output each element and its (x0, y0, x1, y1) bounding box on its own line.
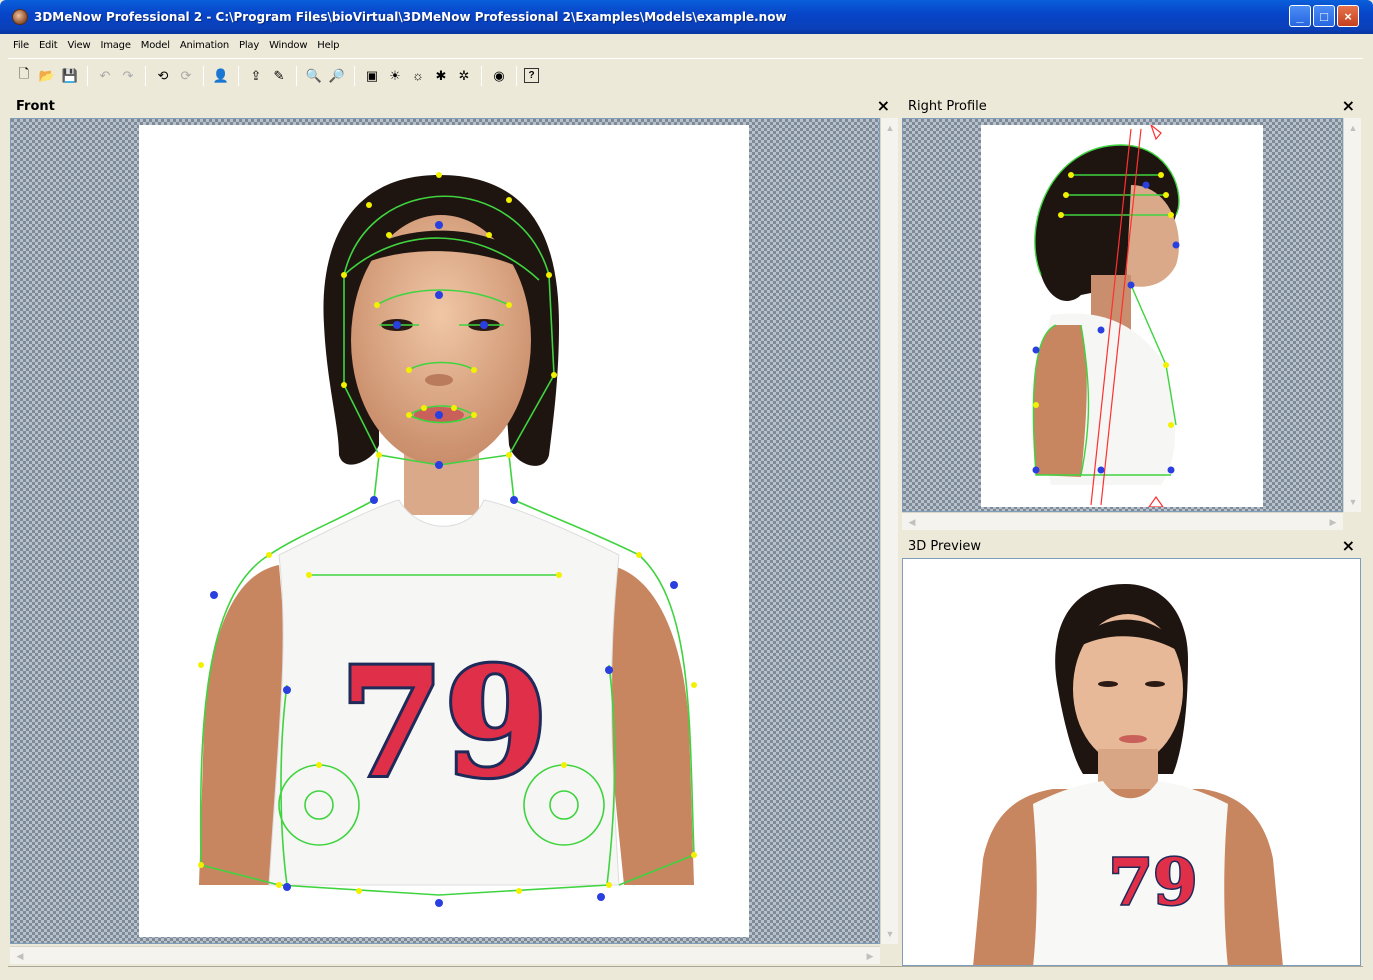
app-icon[interactable] (12, 9, 28, 25)
window-title: 3DMeNow Professional 2 - C:\Program File… (34, 10, 787, 24)
profile-figure (1032, 125, 1180, 507)
right-profile-header: Right Profile × (900, 94, 1363, 118)
front-horizontal-scrollbar[interactable]: ◀ ▶ (10, 946, 880, 964)
menu-play[interactable]: Play (234, 40, 264, 51)
scroll-down-icon[interactable]: ▼ (882, 926, 898, 942)
zoom-out-icon[interactable]: 🔎 (327, 66, 347, 86)
front-figure: 79 (198, 172, 697, 907)
save-icon[interactable]: 💾 (60, 66, 80, 86)
toolbar-separator (354, 65, 355, 86)
preview-model: 79 (973, 584, 1283, 965)
light-4-icon[interactable]: ✲ (454, 66, 474, 86)
preview-panel: 3D Preview × 79 (900, 534, 1363, 966)
menu-help[interactable]: Help (312, 40, 344, 51)
menu-file[interactable]: File (8, 40, 34, 51)
menu-model[interactable]: Model (136, 40, 175, 51)
front-panel: Front × 79 ▲ ▼ ◀ ▶ (8, 94, 898, 966)
preview-right-eye (1145, 681, 1165, 687)
preview-jersey-number: 79 (1108, 845, 1197, 920)
scroll-down-icon[interactable]: ▼ (1345, 494, 1361, 510)
front-panel-title: Front (16, 98, 55, 114)
right-profile-close-button[interactable]: × (1342, 96, 1355, 115)
menu-window[interactable]: Window (264, 40, 312, 51)
maximize-button[interactable]: □ (1313, 5, 1335, 27)
new-file-icon[interactable]: 🗋 (14, 66, 34, 86)
front-panel-header: Front × (8, 94, 898, 118)
toolbar-separator (87, 65, 88, 86)
menu-animation[interactable]: Animation (175, 40, 234, 51)
menu-bar: File Edit View Image Model Animation Pla… (8, 34, 1363, 56)
scroll-left-icon[interactable]: ◀ (12, 948, 28, 964)
scroll-up-icon[interactable]: ▲ (1345, 120, 1361, 136)
open-folder-icon[interactable]: 📂 (37, 66, 57, 86)
front-panel-close-button[interactable]: × (877, 96, 890, 115)
menu-image[interactable]: Image (95, 40, 135, 51)
front-photo: 79 (139, 125, 749, 937)
scroll-up-icon[interactable]: ▲ (882, 120, 898, 136)
image-icon[interactable]: ▣ (362, 66, 382, 86)
menu-edit[interactable]: Edit (34, 40, 63, 51)
toolbar-separator (296, 65, 297, 86)
front-jersey-number: 79 (340, 635, 549, 811)
preview-viewport[interactable]: 79 (902, 558, 1361, 966)
minimize-button[interactable]: _ (1289, 5, 1311, 27)
preview-header: 3D Preview × (900, 534, 1363, 558)
preview-close-button[interactable]: × (1342, 536, 1355, 555)
help-icon[interactable]: ? (524, 68, 539, 83)
toolbar-separator (145, 65, 146, 86)
toolbar: 🗋 📂 💾 ↶ ↷ ⟲ ⟳ 👤 ⇪ ✎ 🔍 🔎 ▣ ☀ ☼ ✱ ✲ ◉ ? (8, 58, 1363, 92)
title-bar[interactable]: 3DMeNow Professional 2 - C:\Program File… (0, 0, 1373, 34)
nose (425, 374, 453, 386)
right-profile-title: Right Profile (908, 98, 987, 114)
profile-horizontal-scrollbar[interactable]: ◀ ▶ (902, 512, 1343, 530)
profile-arm (1033, 325, 1087, 477)
status-bar (8, 966, 1363, 980)
profile-vertical-scrollbar[interactable]: ▲ ▼ (1343, 118, 1361, 512)
toolbar-separator (481, 65, 482, 86)
light-1-icon[interactable]: ☀ (385, 66, 405, 86)
pen-tool-icon[interactable]: ✎ (269, 66, 289, 86)
undo-icon[interactable]: ↶ (95, 66, 115, 86)
profile-photo (981, 125, 1263, 507)
import-photo-icon[interactable]: 👤 (211, 66, 231, 86)
export-icon[interactable]: ⇪ (246, 66, 266, 86)
right-profile-viewport[interactable] (902, 118, 1343, 512)
menu-view[interactable]: View (63, 40, 96, 51)
close-button[interactable]: × (1337, 5, 1359, 27)
toolbar-separator (516, 65, 517, 86)
light-3-icon[interactable]: ✱ (431, 66, 451, 86)
front-vertical-scrollbar[interactable]: ▲ ▼ (880, 118, 898, 944)
preview-mouth (1119, 735, 1147, 743)
preview-left-eye (1098, 681, 1118, 687)
front-viewport[interactable]: 79 (10, 118, 880, 944)
right-profile-panel: Right Profile × ▲ ▼ ◀ ▶ (900, 94, 1363, 530)
toolbar-separator (203, 65, 204, 86)
scroll-left-icon[interactable]: ◀ (904, 514, 920, 530)
globe-icon[interactable]: ◉ (489, 66, 509, 86)
rotate-left-icon[interactable]: ⟲ (153, 66, 173, 86)
rotate-right-icon[interactable]: ⟳ (176, 66, 196, 86)
scroll-right-icon[interactable]: ▶ (1325, 514, 1341, 530)
right-arm (604, 565, 694, 885)
preview-title: 3D Preview (908, 538, 982, 554)
redo-icon[interactable]: ↷ (118, 66, 138, 86)
scroll-right-icon[interactable]: ▶ (862, 948, 878, 964)
zoom-in-icon[interactable]: 🔍 (304, 66, 324, 86)
light-2-icon[interactable]: ☼ (408, 66, 428, 86)
toolbar-separator (238, 65, 239, 86)
